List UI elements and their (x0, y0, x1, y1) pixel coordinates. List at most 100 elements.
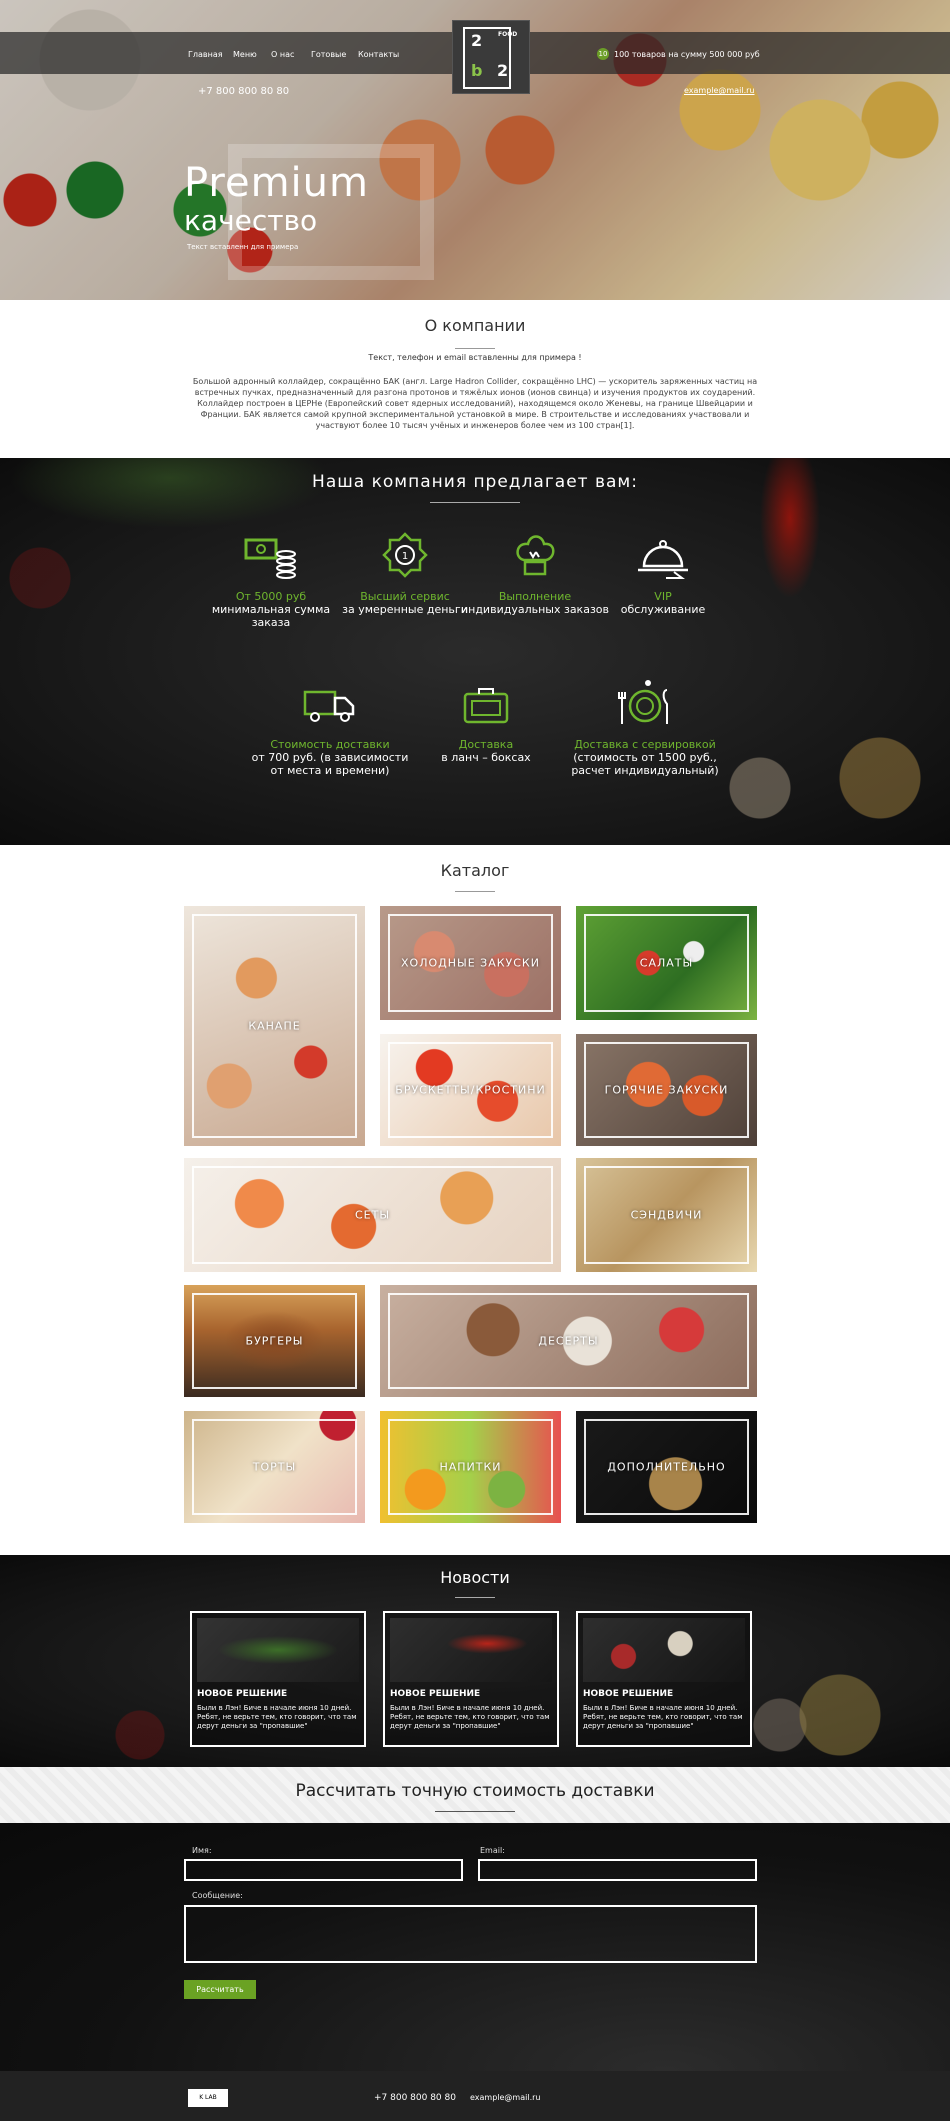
title-underline (455, 891, 495, 892)
catalog-tile-label: САЛАТЫ (639, 956, 694, 970)
nav-item-contacts[interactable]: Контакты (358, 50, 399, 59)
catalog-tile-bruschetta[interactable]: БРУСКЕТТЫ/КРОСТИНИ (380, 1034, 561, 1146)
catalog-tile-cold-snacks[interactable]: ХОЛОДНЫЕ ЗАКУСКИ (380, 906, 561, 1020)
news-card-title: НОВОЕ РЕШЕНИЕ (583, 1689, 674, 1699)
offer-section: Наша компания предлагает вам: От 5000 ру… (0, 458, 950, 845)
hero-section: Главная Меню О нас Готовые Контакты 2 FO… (0, 0, 950, 300)
offer-item-text: (стоимость от 1500 руб., расчет индивиду… (571, 751, 719, 777)
title-underline (435, 1811, 515, 1812)
name-input[interactable] (184, 1859, 463, 1881)
offer-item: Доставка с сервировкой (стоимость от 150… (570, 678, 720, 777)
nav-item-ready[interactable]: Готовые (311, 50, 346, 59)
news-card-image (583, 1618, 745, 1682)
hero-caption: Текст вставленн для примера (187, 243, 299, 251)
catalog-tile-label: СЭНДВИЧИ (630, 1208, 703, 1222)
news-card-image (197, 1618, 359, 1682)
about-subtext: Текст, телефон и email вставленны для пр… (368, 353, 582, 362)
logo-food-text: FOOD (498, 31, 518, 38)
offer-item: 1 Высший сервис за умеренные деньги (330, 532, 480, 616)
offer-item: Стоимость доставки от 700 руб. (в зависи… (245, 684, 415, 777)
catalog-tile-label: ДОПОЛНИТЕЛЬНО (607, 1460, 726, 1474)
offer-title: Наша компания предлагает вам: (312, 472, 638, 492)
catalog-tile-label: ГОРЯЧИЕ ЗАКУСКИ (604, 1083, 729, 1097)
delivery-truck-icon (303, 690, 355, 722)
offer-item-text: в ланч – боксах (441, 751, 531, 764)
news-section: Новости НОВОЕ РЕШЕНИЕ Были в Лэн! Биче в… (0, 1555, 950, 1767)
offer-item: От 5000 руб минимальная сумма заказа (196, 532, 346, 629)
catalog-tile-label: ДЕСЕРТЫ (538, 1334, 599, 1348)
news-card-title: НОВОЕ РЕШЕНИЕ (197, 1689, 288, 1699)
money-icon (244, 538, 296, 579)
award-medal-icon: 1 (382, 532, 428, 578)
lunchbox-icon (463, 688, 509, 724)
cart-summary-text: 100 товаров на сумму 500 000 руб (614, 49, 760, 59)
offer-item-text: обслуживание (620, 603, 706, 616)
footer-phone[interactable]: +7 800 800 80 80 (374, 2093, 456, 2103)
catalog-tile-label: БРУСКЕТТЫ/КРОСТИНИ (395, 1083, 546, 1097)
calculate-button[interactable]: Рассчитать (184, 1980, 256, 1999)
catalog-tile-label: БУРГЕРЫ (245, 1334, 304, 1348)
offer-item: Доставка в ланч – боксах (411, 684, 561, 764)
cart-count-badge: 10 (597, 48, 609, 60)
nav-item-about[interactable]: О нас (271, 50, 294, 59)
developer-badge[interactable]: K LAB (188, 2089, 228, 2107)
news-card-text: Были в Лэн! Биче в начале июня 10 дней. … (197, 1704, 357, 1730)
catalog-tile-label: НАПИТКИ (439, 1460, 502, 1474)
offer-item-highlight: От 5000 руб (235, 590, 307, 603)
email-label: Email: (480, 1846, 505, 1855)
offer-item-text: за умеренные деньги (342, 603, 468, 616)
offer-item-highlight: Стоимость доставки (270, 738, 390, 751)
about-body: Большой адронный коллайдер, сокращённо Б… (192, 377, 758, 430)
offer-item-text: минимальная сумма заказа (211, 603, 331, 629)
about-section: О компании Текст, телефон и email вставл… (0, 300, 950, 458)
header-phone[interactable]: +7 800 800 80 80 (198, 86, 289, 97)
catalog-tile-burgers[interactable]: БУРГЕРЫ (184, 1285, 365, 1397)
email-input[interactable] (478, 1859, 757, 1881)
news-card[interactable]: НОВОЕ РЕШЕНИЕ Были в Лэн! Биче в начале … (383, 1611, 559, 1747)
catalog-title: Каталог (440, 861, 510, 880)
catalog-tile-sets[interactable]: СЕТЫ (184, 1158, 561, 1272)
header-email[interactable]: example@mail.ru (684, 86, 754, 95)
offer-item-highlight: Доставка (458, 738, 514, 751)
calc-header: Рассчитать точную стоимость доставки (0, 1767, 950, 1823)
calc-form: Имя: Email: Сообщение: Рассчитать (0, 1823, 950, 2071)
site-logo[interactable]: 2 FOOD b 2 (452, 20, 530, 94)
catalog-section: Каталог КАНАПЕ ХОЛОДНЫЕ ЗАКУСКИ САЛАТЫ Б… (0, 845, 950, 1555)
title-underline (455, 1597, 495, 1598)
message-label: Сообщение: (192, 1891, 243, 1900)
svg-text:1: 1 (402, 551, 408, 562)
catalog-tile-salads[interactable]: САЛАТЫ (576, 906, 757, 1020)
about-title: О компании (424, 316, 526, 335)
footer: K LAB +7 800 800 80 80 example@mail.ru (0, 2071, 950, 2121)
calc-title: Рассчитать точную стоимость доставки (295, 1781, 655, 1801)
news-card-title: НОВОЕ РЕШЕНИЕ (390, 1689, 481, 1699)
catalog-tile-canape[interactable]: КАНАПЕ (184, 906, 365, 1146)
footer-email[interactable]: example@mail.ru (470, 2093, 540, 2102)
nav-item-menu[interactable]: Меню (233, 50, 257, 59)
catalog-tile-extra[interactable]: ДОПОЛНИТЕЛЬНО (576, 1411, 757, 1523)
plate-cutlery-icon (618, 680, 668, 724)
offer-item-highlight: Высший сервис (360, 590, 450, 603)
offer-item-text: от 700 руб. (в зависимости от места и вр… (251, 751, 409, 777)
news-card[interactable]: НОВОЕ РЕШЕНИЕ Были в Лэн! Биче в начале … (576, 1611, 752, 1747)
catalog-tile-cakes[interactable]: ТОРТЫ (184, 1411, 365, 1523)
offer-item-highlight: Доставка с сервировкой (574, 738, 716, 751)
message-textarea[interactable] (184, 1905, 757, 1963)
logo-digit-bottom: 2 (497, 61, 509, 80)
news-card-text: Были в Лэн! Биче в начале июня 10 дней. … (583, 1704, 743, 1730)
catalog-tile-desserts[interactable]: ДЕСЕРТЫ (380, 1285, 757, 1397)
catalog-tile-label: КАНАПЕ (248, 1019, 301, 1033)
logo-letter-b: b (471, 61, 483, 80)
logo-digit-top: 2 (471, 31, 483, 50)
catalog-tile-sandwiches[interactable]: СЭНДВИЧИ (576, 1158, 757, 1272)
news-card[interactable]: НОВОЕ РЕШЕНИЕ Были в Лэн! Биче в начале … (190, 1611, 366, 1747)
catalog-tile-drinks[interactable]: НАПИТКИ (380, 1411, 561, 1523)
title-underline (455, 348, 495, 349)
nav-item-home[interactable]: Главная (188, 50, 223, 59)
catalog-tile-hot-snacks[interactable]: ГОРЯЧИЕ ЗАКУСКИ (576, 1034, 757, 1146)
name-label: Имя: (192, 1846, 212, 1855)
offer-item: VIP обслуживание (588, 532, 738, 616)
hero-subtitle: качество (184, 204, 318, 237)
cart-summary[interactable]: 10 100 товаров на сумму 500 000 руб (597, 48, 760, 60)
cloche-icon (638, 540, 688, 579)
